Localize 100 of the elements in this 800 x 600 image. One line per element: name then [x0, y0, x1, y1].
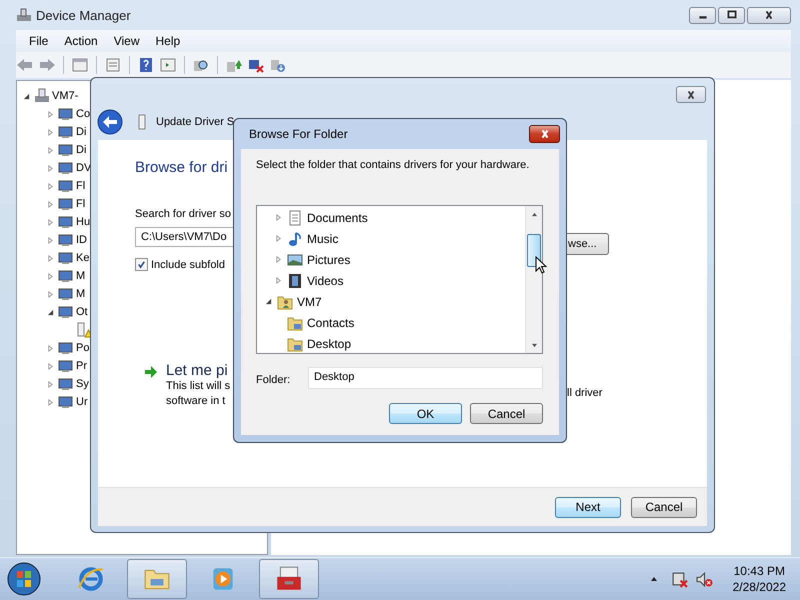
close-button[interactable] [529, 125, 560, 143]
menu-item[interactable]: Action [57, 34, 105, 48]
expand-arrow-icon[interactable] [275, 235, 282, 242]
uninstall-icon[interactable] [247, 57, 265, 73]
checkbox-label: Include subfold [151, 258, 225, 270]
tree-item[interactable]: Pr [76, 360, 87, 372]
tree-item[interactable]: Ot [76, 306, 88, 318]
tree-item[interactable]: M [76, 270, 86, 282]
wizard-button[interactable]: Next [555, 496, 621, 518]
window-icon[interactable] [159, 57, 177, 73]
expand-arrow-icon[interactable] [275, 214, 282, 221]
folder-field[interactable]: Desktop [308, 367, 543, 389]
expand-arrow-icon[interactable] [47, 254, 54, 262]
properties-icon[interactable] [104, 57, 122, 73]
taskbar-button[interactable] [259, 559, 319, 599]
collapse-arrow-icon[interactable] [23, 92, 30, 100]
expand-arrow-icon[interactable] [47, 272, 54, 280]
tree-item[interactable]: Po [76, 342, 90, 354]
network-error-icon[interactable] [670, 570, 688, 588]
option-description: This list will s [166, 379, 230, 394]
clock-date[interactable]: 2/28/2022 [732, 579, 786, 595]
scroll-down-icon[interactable] [530, 342, 538, 348]
browse-button[interactable]: wse... [567, 233, 609, 255]
disable-device-icon[interactable] [269, 57, 287, 73]
close-icon [763, 10, 775, 20]
search-label: Search for driver so [135, 208, 232, 220]
back-arrow-icon[interactable] [16, 57, 34, 73]
expand-arrow-icon[interactable] [47, 110, 54, 118]
menu-item[interactable]: File [22, 34, 56, 48]
tree-item[interactable]: M [76, 288, 86, 300]
expand-arrow-icon[interactable] [275, 256, 282, 263]
expand-arrow-icon[interactable] [47, 398, 54, 406]
device-icon [58, 268, 74, 284]
folder-item[interactable]: VM7 [297, 294, 322, 308]
volume-muted-icon[interactable] [696, 570, 713, 588]
expand-arrow-icon[interactable] [47, 290, 54, 298]
expand-arrow-icon[interactable] [47, 236, 54, 244]
expand-arrow-icon[interactable] [47, 200, 54, 208]
device-icon [58, 142, 74, 158]
scrollbar[interactable] [525, 206, 542, 353]
user-folder-icon [277, 294, 293, 310]
tree-item[interactable]: Fl [76, 198, 86, 210]
folder-item[interactable]: Contacts [307, 316, 354, 330]
close-button[interactable] [676, 86, 706, 103]
back-button-icon[interactable] [97, 109, 123, 135]
option-title[interactable]: Let me pi [166, 362, 230, 379]
expand-arrow-icon[interactable] [47, 146, 54, 154]
expand-arrow-icon[interactable] [47, 128, 54, 136]
dialog-button[interactable]: OK [389, 403, 462, 424]
device-icon [58, 196, 74, 212]
device-icon [58, 232, 74, 248]
tree-item[interactable]: Sy [76, 378, 89, 390]
help-icon[interactable] [137, 57, 155, 73]
expand-arrow-icon[interactable] [47, 362, 54, 370]
expand-arrow-icon[interactable] [47, 218, 54, 226]
folder-item[interactable]: Pictures [307, 252, 350, 266]
expand-arrow-icon[interactable] [275, 277, 282, 284]
minimize-button[interactable] [689, 6, 716, 24]
include-subfolders-checkbox[interactable] [135, 258, 148, 271]
folder-item[interactable]: Videos [307, 274, 344, 288]
page-heading: Browse for dri [135, 159, 229, 176]
dialog-button[interactable]: Cancel [470, 403, 543, 424]
tree-item[interactable]: ID [76, 234, 87, 246]
device-icon [58, 340, 74, 356]
folder-item[interactable]: Desktop [307, 336, 352, 350]
window-icon[interactable] [71, 57, 89, 73]
start-button-icon[interactable] [6, 561, 42, 597]
collapse-arrow-icon[interactable] [265, 298, 272, 305]
scroll-up-icon[interactable] [530, 212, 538, 216]
tree-item[interactable]: Fl [76, 180, 86, 192]
menu-item[interactable]: Help [148, 34, 188, 48]
collapse-arrow-icon[interactable] [47, 308, 54, 316]
tree-item[interactable]: VM7- [52, 90, 78, 102]
expand-arrow-icon[interactable] [47, 380, 54, 388]
expand-arrow-icon[interactable] [47, 182, 54, 190]
tree-item[interactable]: Di [76, 144, 86, 156]
browser-icon [76, 564, 106, 594]
forward-arrow-icon[interactable] [38, 57, 56, 73]
path-field[interactable]: C:\Users\VM7\Do [135, 227, 234, 247]
clock-time[interactable]: 10:43 PM [734, 563, 785, 579]
maximize-button[interactable] [718, 6, 745, 24]
folder-item[interactable]: Documents [307, 210, 368, 224]
wizard-button[interactable]: Cancel [631, 496, 697, 518]
maximize-icon [726, 10, 738, 20]
scroll-thumb[interactable] [527, 234, 541, 267]
tree-item[interactable]: Di [76, 126, 86, 138]
tree-item[interactable]: Co [76, 108, 90, 120]
folder-icon [287, 336, 303, 352]
taskbar-button[interactable] [127, 559, 187, 599]
tree-item[interactable]: Ke [76, 252, 90, 264]
device-icon [58, 178, 74, 194]
menu-item[interactable]: View [106, 34, 146, 48]
close-button[interactable] [747, 6, 791, 24]
expand-arrow-icon[interactable] [47, 164, 54, 172]
folder-item[interactable]: Music [307, 232, 338, 246]
tree-item[interactable]: Ur [76, 396, 88, 408]
tree-item[interactable]: Hu [76, 216, 90, 228]
device-icon [58, 106, 74, 122]
document-icon [287, 210, 303, 226]
expand-arrow-icon[interactable] [47, 344, 54, 352]
